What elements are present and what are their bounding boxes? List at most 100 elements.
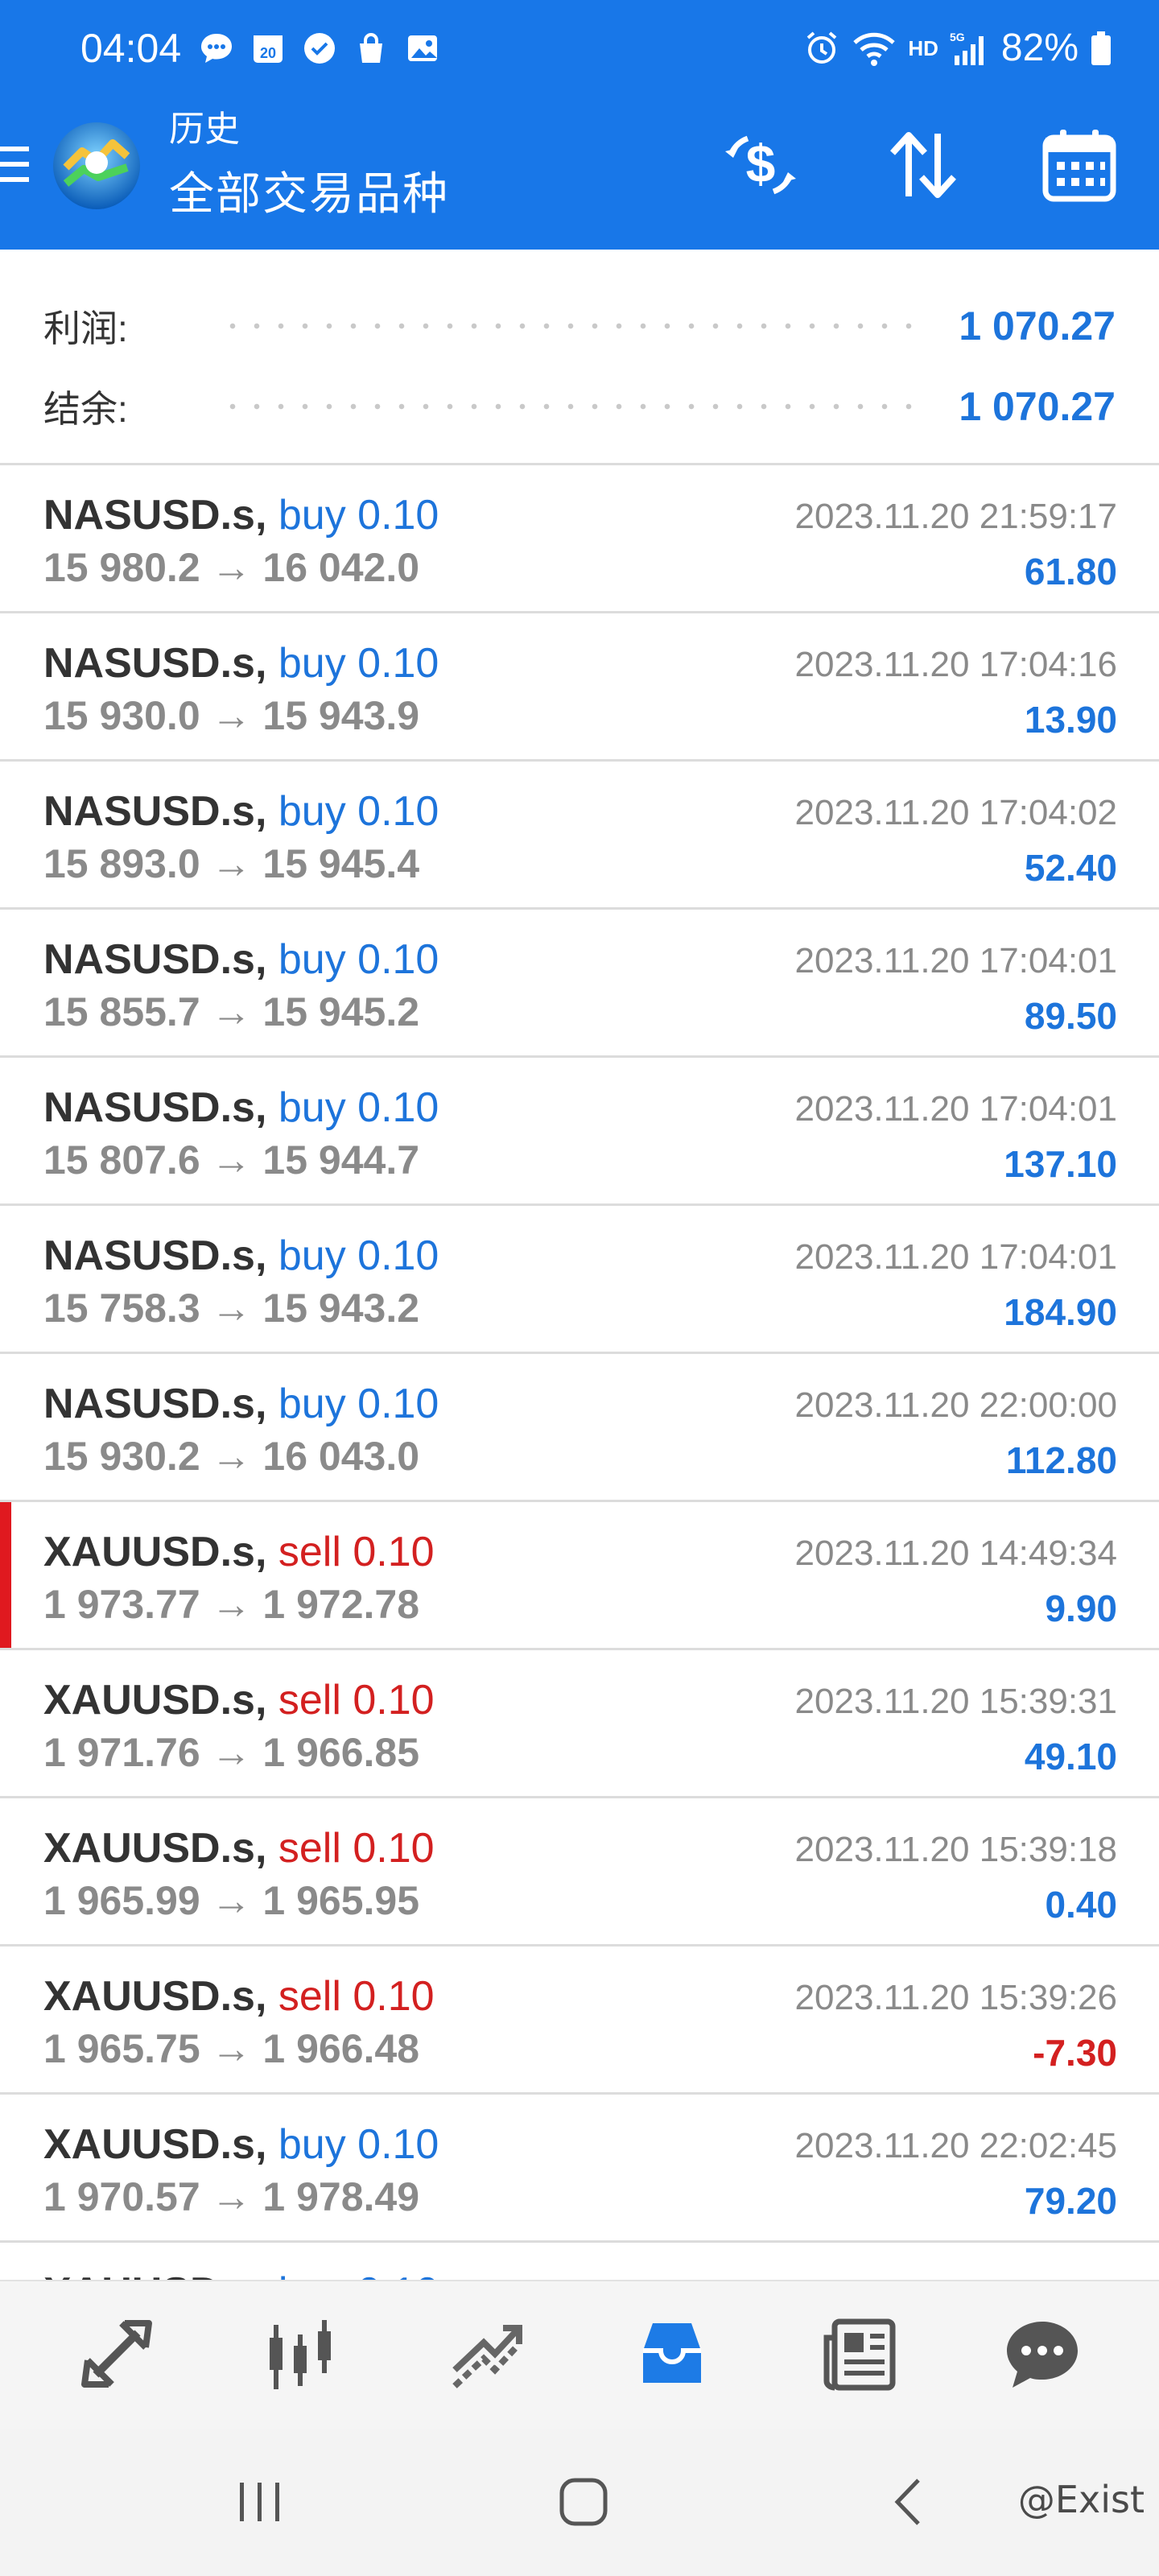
nav-quotes[interactable] (64, 2306, 169, 2402)
trade-profit: 112.80 (1005, 1439, 1117, 1481)
trade-symbol: XAUUSD.s, (43, 1529, 267, 1575)
trade-symbol-line: NASUSD.s, buy 0.10 (43, 786, 439, 837)
dotted-leader (221, 323, 927, 329)
header-section: 历史 (169, 109, 240, 149)
trade-direction: buy 0.10 (278, 492, 439, 539)
trade-symbol: XAUUSD.s, (43, 1973, 267, 2020)
svg-text:5G: 5G (950, 31, 965, 43)
trade-direction: buy 0.10 (278, 2121, 439, 2168)
trade-row[interactable]: NASUSD.s, buy 0.10 15 807.6 → 15 944.7 202… (0, 1058, 1159, 1206)
home-icon (559, 2478, 608, 2526)
header-title[interactable]: 全部交易品种 (169, 166, 449, 222)
trade-prices: 15 855.7 → 15 945.2 (43, 989, 420, 1034)
nav-chart[interactable] (248, 2306, 353, 2402)
trade-row[interactable]: XAUUSD.s, sell 0.10 1 973.77 → 1 972.78 20… (0, 1502, 1159, 1650)
nav-history[interactable] (620, 2306, 724, 2402)
trade-prices: 1 970.57 → 1 978.49 (43, 2174, 420, 2219)
balance-value: 1 070.27 (959, 384, 1116, 429)
trade-prices: 1 965.99 → 1 965.95 (43, 1878, 420, 1923)
trade-prices: 15 930.2 → 16 043.0 (43, 1434, 420, 1479)
recent-apps-icon (240, 2483, 279, 2521)
trade-prices: 15 893.0 → 15 945.4 (43, 841, 420, 886)
trade-direction: buy 0.10 (278, 1232, 439, 1279)
trade-direction: buy 0.10 (278, 1381, 439, 1427)
trade-datetime: 2023.11.20 22:02:45 (794, 2126, 1117, 2165)
trade-prices: 15 980.2 → 16 042.0 (43, 545, 420, 590)
chart-icon (270, 2320, 331, 2389)
trade-datetime: 2023.11.20 17:04:01 (794, 1237, 1117, 1277)
trade-row[interactable]: XAUUSD.s, sell 0.10 1 971.76 → 1 966.85 20… (0, 1650, 1159, 1798)
trade-row[interactable]: XAUUSD.s, buy 0.10 (0, 2243, 1159, 2280)
currency-swap-button[interactable]: $ (716, 121, 805, 209)
summary-panel: 利润: 1 070.27 结余: 1 070.27 (0, 250, 1159, 465)
recent-apps-button[interactable] (216, 2462, 304, 2542)
trade-profit: 0.40 (1045, 1884, 1117, 1926)
trade-direction: buy 0.10 (278, 2269, 439, 2280)
wifi-icon (853, 32, 896, 66)
trade-symbol: NASUSD.s, (43, 936, 267, 983)
trade-row[interactable]: NASUSD.s, buy 0.10 15 930.0 → 15 943.9 202… (0, 613, 1159, 762)
trade-profit: 13.90 (1024, 699, 1117, 741)
app-logo (50, 119, 143, 213)
system-indicators: HD 5G 82% (803, 24, 1112, 72)
trade-profit: 9.90 (1045, 1587, 1117, 1629)
trade-row[interactable]: XAUUSD.s, buy 0.10 1 970.57 → 1 978.49 202… (0, 2095, 1159, 2243)
app-bar: 04:04 20 HD 5G 82% 历史 全部交易品种 $ (0, 0, 1159, 250)
trade-profit: 61.80 (1024, 551, 1117, 592)
trade-icon (452, 2325, 522, 2388)
watermark: @Exist (1017, 2478, 1145, 2521)
history-icon (643, 2323, 701, 2383)
trade-symbol: XAUUSD.s, (43, 2121, 267, 2168)
profit-row: 利润: 1 070.27 (43, 298, 1116, 354)
svg-text:$: $ (746, 134, 776, 193)
trade-row[interactable]: NASUSD.s, buy 0.10 15 930.2 → 16 043.0 202… (0, 1354, 1159, 1502)
system-navigation-bar: @Exist (0, 2429, 1159, 2576)
trade-row[interactable]: XAUUSD.s, sell 0.10 1 965.75 → 1 966.48 20… (0, 1946, 1159, 2095)
trade-row[interactable]: NASUSD.s, buy 0.10 15 893.0 → 15 945.4 202… (0, 762, 1159, 910)
trade-profit: 184.90 (1004, 1291, 1117, 1333)
trade-symbol: NASUSD.s, (43, 1084, 267, 1131)
status-time: 04:04 (80, 26, 182, 71)
trade-symbol-line: XAUUSD.s, sell 0.10 (43, 1526, 435, 1578)
trade-prices: 15 807.6 → 15 944.7 (43, 1137, 420, 1183)
trade-datetime: 2023.11.20 21:59:17 (794, 497, 1117, 536)
menu-icon[interactable] (0, 143, 32, 185)
nav-news[interactable] (808, 2306, 913, 2402)
trade-profit: 137.10 (1004, 1143, 1117, 1185)
sort-button[interactable] (879, 121, 967, 209)
trade-datetime: 2023.11.20 14:49:34 (794, 1534, 1117, 1573)
news-icon (823, 2318, 896, 2391)
calendar-day-text: 20 (260, 45, 276, 61)
back-button[interactable] (864, 2462, 953, 2542)
trade-symbol-line: NASUSD.s, buy 0.10 (43, 1082, 439, 1133)
trade-row[interactable]: NASUSD.s, buy 0.10 15 855.7 → 15 945.2 202… (0, 910, 1159, 1058)
trade-datetime: 2023.11.20 15:39:26 (794, 1978, 1117, 2017)
trade-symbol-line: XAUUSD.s, sell 0.10 (43, 1823, 435, 1874)
trade-symbol-line: XAUUSD.s, sell 0.10 (43, 1674, 435, 1726)
trade-prices: 1 971.76 → 1 966.85 (43, 1730, 420, 1775)
dotted-leader (221, 403, 927, 410)
home-button[interactable] (539, 2462, 628, 2542)
balance-label: 结余: (43, 388, 128, 430)
trade-row[interactable]: NASUSD.s, buy 0.10 15 980.2 → 16 042.0 202… (0, 465, 1159, 613)
trade-profit: 79.20 (1024, 2180, 1117, 2222)
nav-trade[interactable] (435, 2306, 539, 2402)
nav-chat[interactable] (990, 2306, 1095, 2402)
trade-datetime: 2023.11.20 17:04:01 (794, 1089, 1117, 1129)
currency-swap-icon: $ (725, 134, 796, 195)
trade-datetime: 2023.11.20 22:00:00 (794, 1385, 1117, 1425)
trade-symbol-line: XAUUSD.s, buy 0.10 (43, 2119, 439, 2170)
trade-symbol-line: NASUSD.s, buy 0.10 (43, 1230, 439, 1282)
alarm-icon (807, 31, 837, 64)
calendar-button[interactable] (1035, 121, 1124, 209)
trade-prices: 1 973.77 → 1 972.78 (43, 1582, 420, 1627)
trade-direction: buy 0.10 (278, 1084, 439, 1131)
trade-history-list[interactable]: NASUSD.s, buy 0.10 15 980.2 → 16 042.0 202… (0, 465, 1159, 2280)
trade-row[interactable]: XAUUSD.s, sell 0.10 1 965.99 → 1 965.95 20… (0, 1798, 1159, 1946)
trade-row[interactable]: NASUSD.s, buy 0.10 15 758.3 → 15 943.2 202… (0, 1206, 1159, 1354)
trade-profit: -7.30 (1033, 2032, 1117, 2074)
trade-symbol: XAUUSD.s, (43, 1677, 267, 1724)
profit-value: 1 070.27 (959, 303, 1116, 349)
trade-symbol: NASUSD.s, (43, 1381, 267, 1427)
sort-icon (890, 132, 956, 198)
